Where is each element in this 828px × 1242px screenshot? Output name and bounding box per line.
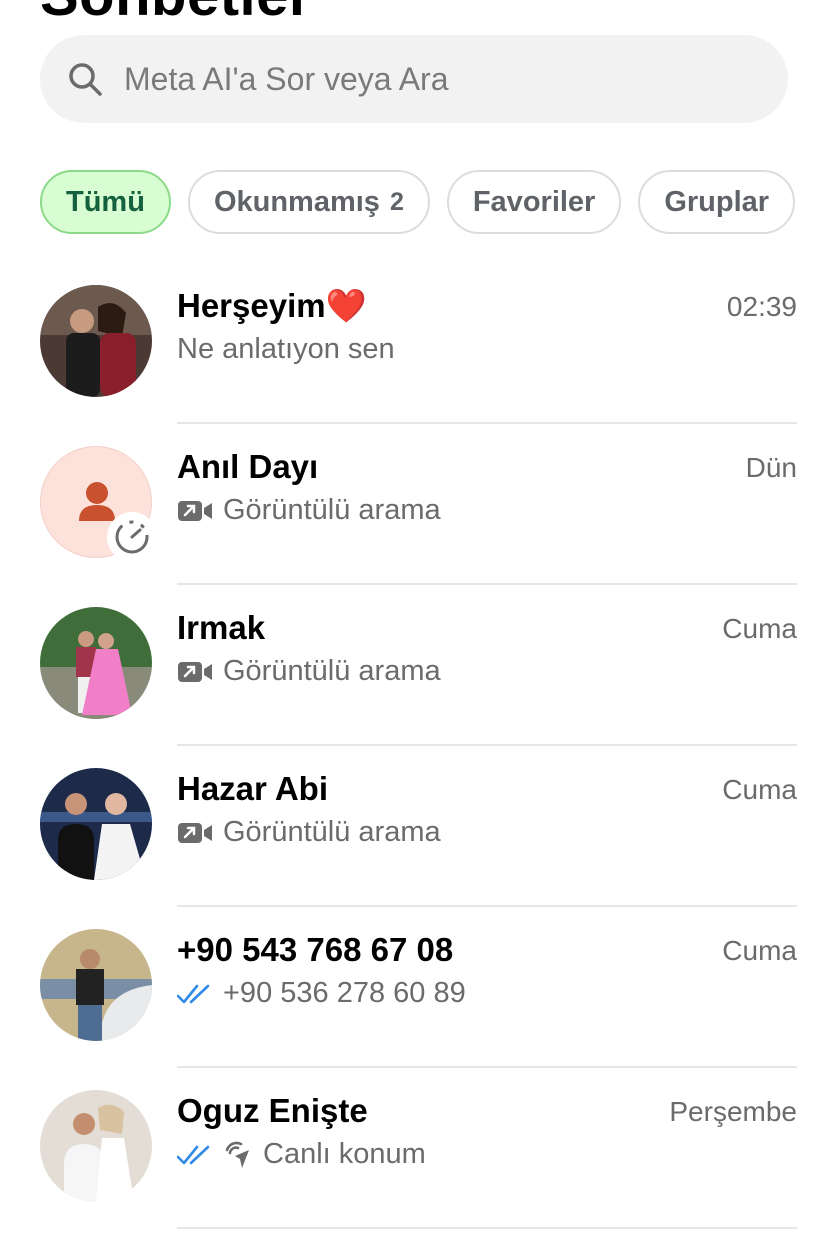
chat-name: Anıl Dayı (177, 448, 319, 485)
chat-name: Oguz Enişte (177, 1092, 368, 1129)
video-call-icon (178, 822, 212, 843)
chat-time: Cuma (722, 935, 797, 966)
filter-chip-label: Gruplar (664, 185, 770, 218)
chat-time: Dün (745, 452, 797, 483)
filter-chip-groups[interactable]: Gruplar (638, 170, 796, 234)
chat-row[interactable]: Herşeyim❤️ 02:39 Ne anlatıyon sen (0, 263, 828, 424)
chat-time: Cuma (722, 774, 797, 805)
search-input[interactable]: Meta AI'a Sor veya Ara (124, 61, 449, 98)
double-check-icon (177, 1145, 210, 1164)
chat-time: Cuma (722, 613, 797, 644)
chat-preview: +90 536 278 60 89 (223, 977, 466, 1009)
chat-row[interactable]: Oguz Enişte Perşembe Canlı konum (0, 1068, 828, 1229)
chat-name: Herşeyim❤️ (177, 287, 367, 324)
chat-name: Hazar Abi (177, 770, 328, 807)
page-title: Sohbetler (40, 0, 312, 29)
filter-chips: Tümü Okunmamış 2 Favoriler Gruplar (40, 170, 796, 234)
filter-chip-unread[interactable]: Okunmamış 2 (187, 170, 430, 234)
chat-preview: Görüntülü arama (223, 816, 441, 848)
chat-list: Herşeyim❤️ 02:39 Ne anlatıyon sen Anıl D… (0, 263, 828, 1229)
video-call-icon (178, 661, 212, 682)
filter-chip-favorites[interactable]: Favoriler (446, 170, 622, 234)
avatar[interactable] (40, 768, 152, 880)
avatar[interactable] (40, 1090, 152, 1202)
search-icon (69, 63, 102, 96)
chat-row[interactable]: +90 543 768 67 08 Cuma +90 536 278 60 89 (0, 907, 828, 1068)
chat-row[interactable]: Hazar Abi Cuma Görüntülü arama (0, 746, 828, 907)
avatar[interactable] (40, 285, 152, 397)
chat-name: Irmak (177, 609, 266, 646)
filter-chip-label: Tümü (66, 185, 145, 218)
double-check-icon (177, 984, 210, 1003)
chat-row[interactable]: Anıl Dayı Dün Görüntülü arama (0, 424, 828, 585)
chat-time: 02:39 (726, 291, 797, 322)
chat-preview: Görüntülü arama (223, 494, 441, 526)
disappearing-messages-icon (107, 512, 157, 562)
unread-count-badge: 2 (389, 187, 404, 216)
search-bar[interactable]: Meta AI'a Sor veya Ara (40, 35, 788, 123)
chat-name: +90 543 768 67 08 (177, 931, 454, 968)
avatar[interactable] (40, 607, 152, 719)
filter-chip-label: Favoriler (472, 185, 596, 218)
avatar[interactable] (40, 929, 152, 1041)
chat-preview: Görüntülü arama (223, 655, 441, 687)
chat-time: Perşembe (669, 1096, 797, 1127)
video-call-icon (178, 500, 212, 521)
live-location-icon (225, 1141, 249, 1168)
chat-row[interactable]: Irmak Cuma Görüntülü arama (0, 585, 828, 746)
chat-preview: Canlı konum (263, 1138, 426, 1170)
divider (177, 1227, 797, 1229)
filter-chip-all[interactable]: Tümü (40, 170, 171, 234)
chat-preview: Ne anlatıyon sen (177, 333, 395, 365)
filter-chip-label: Okunmamış (213, 185, 380, 218)
